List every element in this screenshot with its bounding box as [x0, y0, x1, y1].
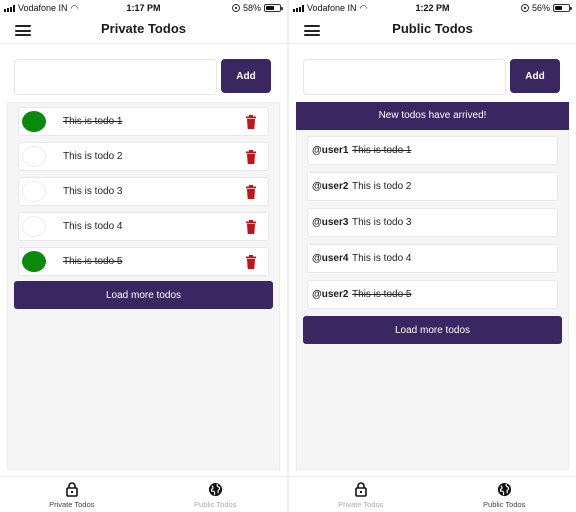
todo-text: This is todo 2: [63, 151, 123, 162]
todo-username: @user1: [312, 145, 349, 156]
page-title: Private Todos: [100, 21, 186, 36]
todo-text: This is todo 5: [63, 256, 123, 267]
app-header: Public Todos: [289, 16, 576, 44]
tab-private-todos[interactable]: Private Todos: [289, 477, 433, 512]
todo-item: This is todo 2: [18, 142, 269, 171]
lock-icon: [354, 482, 367, 497]
tab-private-todos[interactable]: Private Todos: [0, 477, 144, 512]
rotation-lock-icon: [520, 4, 529, 12]
bottom-tab-bar: Private Todos Public Todos: [0, 476, 287, 512]
todo-list: This is todo 1 This is todo 2 This is todo…: [8, 103, 279, 276]
trash-icon[interactable]: [246, 115, 256, 129]
todo-text: This is todo 2: [352, 181, 412, 192]
add-button[interactable]: Add: [510, 59, 560, 93]
todo-item: This is todo 5: [18, 247, 269, 276]
todo-text: This is todo 1: [63, 116, 123, 127]
tab-public-todos[interactable]: Public Todos: [144, 477, 288, 512]
complete-toggle[interactable]: [22, 251, 46, 272]
todo-username: @user2: [312, 181, 349, 192]
globe-icon: [497, 482, 511, 497]
lock-icon: [65, 482, 78, 497]
add-button[interactable]: Add: [221, 59, 271, 93]
load-more-button[interactable]: Load more todos: [303, 316, 562, 344]
status-bar: Vodafone IN ◠ 1:22 PM 56%: [289, 0, 576, 16]
complete-toggle[interactable]: [22, 216, 46, 237]
status-bar: Vodafone IN ◠ 1:17 PM 58%: [0, 0, 287, 16]
todo-text: This is todo 5: [352, 289, 412, 300]
new-todo-row: Add: [14, 59, 273, 95]
todo-item: @user1 This is todo 1: [307, 136, 558, 165]
todo-list-panel: New todos have arrived! @user1 This is to…: [296, 102, 569, 470]
trash-icon[interactable]: [246, 185, 256, 199]
trash-icon[interactable]: [246, 150, 256, 164]
load-more-button[interactable]: Load more todos: [14, 281, 273, 309]
tab-label: Public Todos: [194, 500, 237, 509]
app-header: Private Todos: [0, 16, 287, 44]
new-todo-row: Add: [303, 59, 562, 95]
todo-text: This is todo 3: [63, 186, 123, 197]
todo-list: @user1 This is todo 1 @user2 This is todo 2…: [297, 130, 568, 309]
todo-item: This is todo 4: [18, 212, 269, 241]
trash-icon[interactable]: [246, 220, 256, 234]
todo-text: This is todo 4: [63, 221, 123, 232]
todo-item: @user2 This is todo 5: [307, 280, 558, 309]
battery-icon: [264, 4, 283, 12]
complete-toggle[interactable]: [22, 146, 46, 167]
complete-toggle[interactable]: [22, 111, 46, 132]
todo-list-panel: This is todo 1 This is todo 2 This is todo…: [7, 102, 280, 470]
rotation-lock-icon: [231, 4, 240, 12]
todo-text: This is todo 4: [352, 253, 412, 264]
todo-input[interactable]: [14, 59, 217, 95]
tab-public-todos[interactable]: Public Todos: [433, 477, 576, 512]
trash-icon[interactable]: [246, 255, 256, 269]
todo-item: @user2 This is todo 2: [307, 172, 558, 201]
battery-percent: 56%: [531, 3, 550, 13]
bottom-tab-bar: Private Todos Public Todos: [289, 476, 576, 512]
complete-toggle[interactable]: [22, 181, 46, 202]
todo-text: This is todo 3: [352, 217, 412, 228]
globe-icon: [208, 482, 222, 497]
battery-icon: [553, 4, 572, 12]
tab-label: Private Todos: [49, 500, 95, 509]
battery-percent: 58%: [242, 3, 261, 13]
todo-text: This is todo 1: [352, 145, 412, 156]
todo-input[interactable]: [303, 59, 506, 95]
todo-item: @user4 This is todo 4: [307, 244, 558, 273]
tab-label: Private Todos: [338, 500, 384, 509]
todo-item: @user3 This is todo 3: [307, 208, 558, 237]
todo-username: @user2: [312, 289, 349, 300]
todo-item: This is todo 1: [18, 107, 269, 136]
page-title: Public Todos: [392, 21, 473, 36]
todo-username: @user3: [312, 217, 349, 228]
public-todos-screen: Vodafone IN ◠ 1:22 PM 56% Public Todos A…: [289, 0, 576, 512]
todo-item: This is todo 3: [18, 177, 269, 206]
tab-label: Public Todos: [483, 500, 526, 509]
private-todos-screen: Vodafone IN ◠ 1:17 PM 58% Private Todos …: [0, 0, 287, 512]
todo-username: @user4: [312, 253, 349, 264]
new-todos-banner[interactable]: New todos have arrived!: [296, 102, 569, 130]
